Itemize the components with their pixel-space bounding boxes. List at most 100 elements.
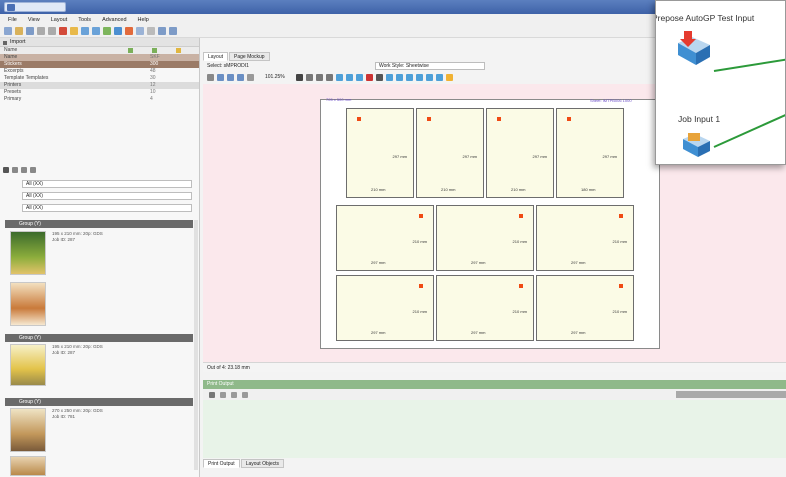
measure-icon[interactable] [435, 73, 443, 81]
list-item[interactable]: Stickers 300 [0, 61, 199, 68]
grid-icon[interactable] [395, 73, 403, 81]
page-card[interactable]: 297 mm 180 mm [556, 108, 624, 198]
job-thumbnail[interactable] [10, 344, 46, 386]
list-item[interactable]: Printers 12 [0, 82, 199, 89]
press-sheet[interactable]: 297 mm 210 mm 297 mm 210 mm 297 mm 210 mm 297 … [320, 99, 660, 349]
page-icon[interactable] [305, 73, 313, 81]
refresh-icon[interactable] [114, 27, 122, 35]
check-icon[interactable] [103, 27, 111, 35]
rotate-icon[interactable] [295, 73, 303, 81]
sheet-icon[interactable] [92, 27, 100, 35]
pointer-icon[interactable] [207, 73, 214, 81]
page-card[interactable]: 210 mm 297 mm [336, 205, 434, 271]
menu-tools[interactable]: Tools [78, 17, 91, 23]
list-item[interactable]: Name SKF [0, 54, 199, 61]
page-card[interactable]: 297 mm 210 mm [416, 108, 484, 198]
folder-icon[interactable] [176, 48, 181, 53]
list-item[interactable]: Presets 10 [0, 89, 199, 96]
clear-icon[interactable] [231, 391, 237, 398]
job-thumbnail[interactable] [10, 231, 46, 275]
list-item[interactable]: Template Templates 30 [0, 75, 199, 82]
zoom-level[interactable]: 101.25% [265, 74, 285, 80]
filter-dropdown-1[interactable]: All (XX) [22, 180, 192, 188]
add-icon[interactable] [128, 48, 133, 53]
pan-icon[interactable] [217, 73, 224, 81]
group-info: 195 x 210 mm: 20p: GDS Job ID: 287 [52, 231, 103, 242]
stop-icon[interactable] [220, 391, 226, 398]
color-icon[interactable] [445, 73, 453, 81]
page-card[interactable]: 210 mm 297 mm [536, 205, 634, 271]
job-input-icon[interactable] [680, 129, 714, 159]
preview-icon[interactable] [136, 27, 144, 35]
page-card[interactable]: 210 mm 297 mm [436, 275, 534, 341]
undo-icon[interactable] [37, 27, 45, 35]
job-thumbnail[interactable] [10, 282, 46, 326]
page-card[interactable]: 297 mm 210 mm [346, 108, 414, 198]
distribute-icon[interactable] [385, 73, 393, 81]
center-tabs: Layout Page Mockup [203, 52, 270, 61]
crop-icon[interactable] [355, 73, 363, 81]
group-header[interactable]: Group (Y) [5, 398, 193, 406]
align-icon[interactable] [375, 73, 383, 81]
tab-layout-objects[interactable]: Layout Objects [240, 459, 285, 468]
play-icon[interactable] [209, 391, 215, 398]
group-header[interactable]: Group (Y) [5, 334, 193, 342]
menu-view[interactable]: View [28, 17, 40, 23]
job-thumbnail[interactable] [10, 408, 46, 452]
edit-icon[interactable] [152, 48, 157, 53]
flip-icon[interactable] [365, 73, 373, 81]
list-item[interactable]: Excerpts 48 [0, 68, 199, 75]
delete-icon[interactable] [59, 27, 67, 35]
guides-icon[interactable] [415, 73, 423, 81]
new-icon[interactable] [4, 27, 12, 35]
list-item[interactable]: Primary 4 [0, 96, 199, 103]
page-width-label: 210 mm [511, 187, 526, 192]
ruler-icon[interactable] [425, 73, 433, 81]
zoom-out-icon[interactable] [237, 73, 244, 81]
output-panel-header: Print Output [203, 380, 786, 389]
tab-layout[interactable]: Layout [203, 52, 229, 61]
sort-icon[interactable] [12, 167, 18, 173]
filter-dropdown-2[interactable]: All (XX) [22, 192, 192, 200]
view-icon[interactable] [21, 167, 27, 173]
filter-dropdown-3[interactable]: All (XX) [22, 204, 192, 212]
save-icon[interactable] [26, 27, 34, 35]
options-icon[interactable] [30, 167, 36, 173]
menu-help[interactable]: Help [138, 17, 149, 23]
registration-mark-icon [497, 117, 501, 121]
layout-icon[interactable] [81, 27, 89, 35]
input-folder-icon[interactable] [674, 29, 714, 67]
marks-icon[interactable] [335, 73, 343, 81]
page-card[interactable]: 297 mm 210 mm [486, 108, 554, 198]
open-icon[interactable] [15, 27, 23, 35]
menu-layout[interactable]: Layout [51, 17, 68, 23]
fit-icon[interactable] [247, 73, 254, 81]
group-header[interactable]: Group (Y) [5, 220, 193, 228]
page-icon[interactable] [315, 73, 323, 81]
collapse-icon[interactable] [3, 41, 7, 45]
settings-icon[interactable] [147, 27, 155, 35]
export-icon[interactable] [169, 27, 177, 35]
left-scrollbar[interactable] [194, 220, 198, 470]
canvas-status: Out of 4: 23.18 mm [203, 362, 786, 372]
tab-print-output[interactable]: Print Output [203, 459, 240, 468]
import-icon[interactable] [70, 27, 78, 35]
work-style-dropdown[interactable]: Work Style: Sheetwise [374, 61, 485, 70]
print-icon[interactable] [125, 27, 133, 35]
redo-icon[interactable] [48, 27, 56, 35]
filter-icon[interactable] [3, 167, 9, 173]
zoom-in-icon[interactable] [227, 73, 234, 81]
bleed-icon[interactable] [345, 73, 353, 81]
output-log[interactable] [203, 400, 786, 458]
snap-icon[interactable] [405, 73, 413, 81]
tab-page-mockup[interactable]: Page Mockup [229, 52, 270, 61]
copy-icon[interactable] [242, 391, 248, 398]
page-icon[interactable] [325, 73, 333, 81]
page-card[interactable]: 210 mm 297 mm [436, 205, 534, 271]
page-width-label: 297 mm [571, 260, 586, 265]
page-card[interactable]: 210 mm 297 mm [536, 275, 634, 341]
grid-icon[interactable] [158, 27, 166, 35]
menu-file[interactable]: File [8, 17, 17, 23]
page-card[interactable]: 210 mm 297 mm [336, 275, 434, 341]
menu-advanced[interactable]: Advanced [102, 17, 126, 23]
